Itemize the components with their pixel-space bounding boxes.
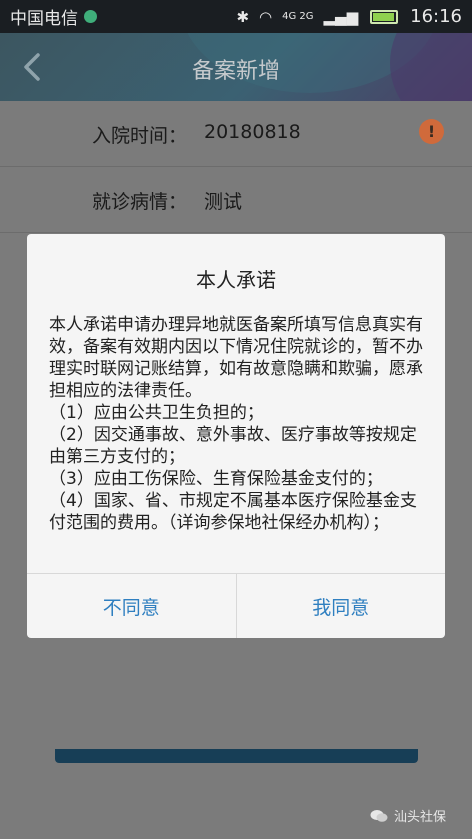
admission-date-label: 入院时间：	[92, 125, 188, 147]
wifi-icon: ◠	[259, 7, 273, 26]
app-header: 备案新增	[0, 33, 472, 101]
network-type: 4G 2G	[282, 10, 314, 22]
condition-label: 就诊病情：	[92, 191, 188, 213]
dialog-paragraph: （4）国家、省、市规定不属基本医疗保险基金支付范围的费用。（详询参保地社保经办机…	[49, 491, 417, 533]
dialog-footer: 不同意 我同意	[27, 573, 445, 638]
disagree-button[interactable]: 不同意	[27, 574, 237, 638]
condition-value: 测试	[204, 191, 243, 213]
agree-button[interactable]: 我同意	[237, 574, 446, 638]
dialog-paragraph: 本人承诺申请办理异地就医备案所填写信息真实有效，备案有效期内因以下情况住院就诊的…	[49, 315, 423, 401]
admission-date-row[interactable]: 入院时间： 20180818 !	[0, 101, 472, 165]
warning-icon[interactable]: !	[419, 119, 444, 144]
page-title: 备案新增	[191, 59, 280, 84]
clock: 16:16	[410, 6, 462, 27]
battery-icon	[370, 9, 399, 24]
dialog-body: 本人承诺申请办理异地就医备案所填写信息真实有效，备案有效期内因以下情况住院就诊的…	[49, 314, 429, 534]
carrier-name: 中国电信	[10, 9, 78, 29]
admission-date-value: 20180818	[204, 121, 301, 143]
divider	[0, 232, 472, 233]
condition-row[interactable]: 就诊病情： 测试	[0, 167, 472, 231]
dialog-paragraph: （3）应由工伤保险、生育保险基金支付的；	[49, 469, 383, 489]
network-status-icon	[84, 10, 97, 23]
wechat-icon	[370, 809, 388, 822]
dialog-title: 本人承诺	[196, 268, 276, 292]
battery-level	[373, 12, 395, 21]
watermark: 汕头社保	[370, 806, 446, 825]
bluetooth-icon: ✱	[236, 7, 250, 26]
signal-icon: ▂▄▆	[323, 7, 359, 26]
status-bar: 中国电信 ✱ ◠ 4G 2G ▂▄▆ 16:16	[0, 0, 472, 33]
submit-button[interactable]	[55, 749, 418, 763]
commitment-dialog: 本人承诺 本人承诺申请办理异地就医备案所填写信息真实有效，备案有效期内因以下情况…	[27, 234, 445, 638]
dialog-paragraph: （2）因交通事故、意外事故、医疗事故等按规定由第三方支付的；	[49, 425, 417, 467]
dialog-paragraph: （1）应由公共卫生负担的；	[49, 403, 264, 423]
watermark-text: 汕头社保	[393, 810, 446, 825]
